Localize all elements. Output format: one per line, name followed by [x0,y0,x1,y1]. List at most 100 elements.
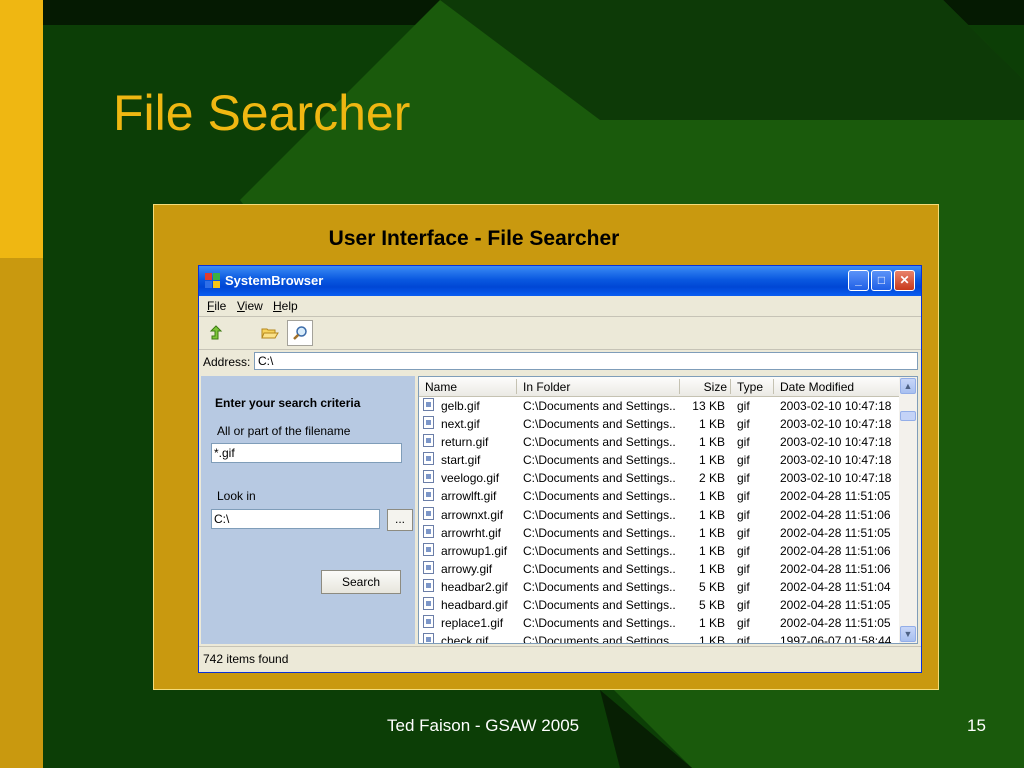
scroll-up-icon[interactable]: ▲ [900,378,916,394]
column-header-date[interactable]: Date Modified [780,380,854,394]
size-cell: 1 KB [698,616,725,631]
slide-title: File Searcher [113,85,411,141]
browse-button[interactable]: ... [387,509,413,531]
menu-view[interactable]: View [237,299,263,313]
folder-cell: C:\Documents and Settings... [523,417,675,432]
look-in-label: Look in [217,489,256,503]
search-icon [293,326,307,340]
gif-file-icon [423,398,434,411]
file-name-cell: arrowrht.gif [441,525,502,540]
look-in-input[interactable]: C:\ [211,509,380,529]
search-button[interactable] [287,320,313,346]
gif-file-icon [423,470,434,484]
table-row[interactable]: arrowlft.gif C:\Documents and Settings...… [419,486,899,504]
table-row[interactable]: return.gif C:\Documents and Settings... 1 … [419,432,899,450]
filename-label: All or part of the filename [217,424,351,438]
open-folder-button[interactable] [257,320,283,346]
screenshot-frame: User Interface - File Searcher SystemBro… [153,204,939,690]
up-folder-button[interactable] [203,320,229,346]
date-cell: 2003-02-10 10:47:18 [780,453,892,468]
date-cell: 2002-04-28 11:51:05 [780,598,891,613]
folder-cell: C:\Documents and Settings... [523,435,675,450]
type-cell: gif [737,561,750,576]
date-cell: 2002-04-28 11:51:06 [780,507,891,522]
table-row[interactable]: start.gif C:\Documents and Settings... 1 K… [419,450,899,468]
search-submit-button[interactable]: Search [321,570,401,594]
type-cell: gif [737,507,750,522]
minimize-icon: _ [855,273,862,287]
folder-cell: C:\Documents and Settings... [523,489,675,504]
size-cell: 1 KB [698,489,725,504]
file-name-cell: headbard.gif [441,598,508,613]
file-name-cell: check.gif [441,634,489,644]
table-row[interactable]: arrowup1.gif C:\Documents and Settings...… [419,541,899,559]
results-list-rows: gelb.gif C:\Documents and Settings... 13 K… [419,396,899,644]
column-header-folder[interactable]: In Folder [523,380,570,394]
folder-cell: C:\Documents and Settings... [523,399,675,413]
file-name-cell: replace1.gif [441,616,504,631]
folder-cell: C:\Documents and Settings... [523,525,675,540]
column-header-type[interactable]: Type [737,380,763,394]
gif-file-icon [423,524,434,538]
column-header-name[interactable]: Name [425,380,457,394]
type-cell: gif [737,543,750,558]
gif-file-icon [423,416,434,430]
results-scrollbar[interactable]: ▲ ▼ [899,377,917,643]
date-cell: 2002-04-28 11:51:05 [780,525,891,540]
table-row[interactable]: arrownxt.gif C:\Documents and Settings...… [419,505,899,523]
maximize-button[interactable]: □ [871,270,892,291]
address-input[interactable]: C:\ [254,352,918,370]
scroll-down-icon[interactable]: ▼ [900,626,916,642]
menu-file[interactable]: File [207,299,226,313]
size-cell: 1 KB [698,507,725,522]
table-row[interactable]: check.gif C:\Documents and Settings... 1 K… [419,631,899,644]
table-row[interactable]: replace1.gif C:\Documents and Settings...… [419,613,899,631]
table-row[interactable]: gelb.gif C:\Documents and Settings... 13 K… [419,396,899,414]
gif-file-icon [423,434,434,448]
menu-bar: File View Help [199,296,921,317]
date-cell: 2002-04-28 11:51:04 [780,579,891,594]
left-accent-strip [0,0,43,768]
folder-cell: C:\Documents and Settings... [523,507,675,522]
table-row[interactable]: arrowy.gif C:\Documents and Settings... 1 … [419,559,899,577]
window-titlebar[interactable]: SystemBrowser _ □ ✕ [199,266,921,296]
window-title: SystemBrowser [225,273,324,288]
status-bar: 742 items found [199,646,921,671]
date-cell: 2003-02-10 10:47:18 [780,435,892,450]
file-name-cell: next.gif [441,417,480,432]
type-cell: gif [737,453,750,468]
gif-file-icon [423,542,434,556]
table-row[interactable]: next.gif C:\Documents and Settings... 1 KB… [419,414,899,432]
type-cell: gif [737,471,750,486]
size-cell: 1 KB [698,417,725,432]
table-row[interactable]: headbar2.gif C:\Documents and Settings...… [419,577,899,595]
size-cell: 1 KB [698,525,725,540]
column-header-size[interactable]: Size [681,380,727,394]
type-cell: gif [737,634,750,644]
results-list-header: Name In Folder Size Type Date Modified [419,377,899,397]
table-row[interactable]: arrowrht.gif C:\Documents and Settings...… [419,523,899,541]
app-icon [205,273,220,288]
filename-input[interactable]: *.gif [211,443,402,463]
folder-cell: C:\Documents and Settings... [523,579,675,594]
type-cell: gif [737,579,750,594]
gif-file-icon [423,560,434,574]
scroll-thumb[interactable] [900,411,916,421]
menu-help[interactable]: Help [273,299,298,313]
type-cell: gif [737,616,750,631]
gif-file-icon [423,452,434,466]
file-name-cell: arrowy.gif [441,561,493,576]
toolbar [199,317,921,350]
frame-caption: User Interface - File Searcher [328,227,620,250]
type-cell: gif [737,417,750,432]
minimize-button[interactable]: _ [848,270,869,291]
gif-file-icon [423,615,434,629]
page-number: 15 [967,716,986,735]
gif-file-icon [423,506,434,520]
close-button[interactable]: ✕ [894,270,915,291]
address-label: Address: [203,355,251,369]
gif-file-icon [423,578,434,592]
table-row[interactable]: veelogo.gif C:\Documents and Settings... 2… [419,468,899,486]
size-cell: 1 KB [698,453,725,468]
table-row[interactable]: headbard.gif C:\Documents and Settings...… [419,595,899,613]
